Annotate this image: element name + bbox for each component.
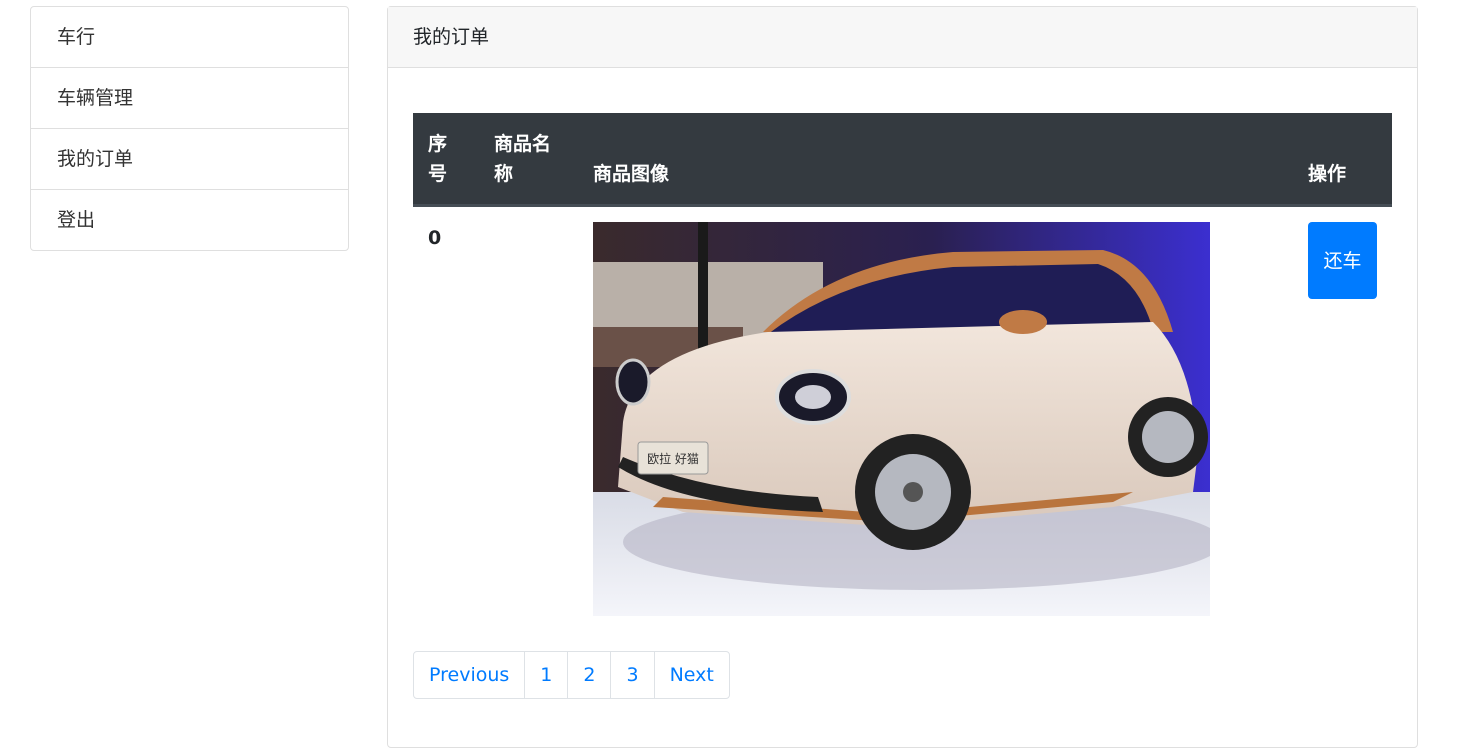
brand-plate-text: 欧拉 好猫 bbox=[647, 451, 699, 466]
column-header-product-name: 商品名称 bbox=[494, 133, 552, 185]
pagination-page-3[interactable]: 3 bbox=[610, 652, 653, 698]
return-car-button[interactable]: 还车 bbox=[1308, 222, 1377, 299]
column-header-action: 操作 bbox=[1308, 163, 1347, 185]
pagination: Previous 1 2 3 Next bbox=[413, 651, 730, 699]
pagination-previous[interactable]: Previous bbox=[414, 652, 524, 698]
pagination-page-2[interactable]: 2 bbox=[567, 652, 610, 698]
sidebar-item-car-dealer[interactable]: 车行 bbox=[31, 7, 348, 67]
pagination-next[interactable]: Next bbox=[653, 652, 729, 698]
column-header-index: 序号 bbox=[428, 133, 448, 185]
sidebar-item-vehicle-management[interactable]: 车辆管理 bbox=[31, 67, 348, 128]
table-header: 序号 商品名称 商品图像 操作 bbox=[413, 113, 1392, 207]
column-header-product-image: 商品图像 bbox=[593, 163, 670, 185]
sidebar-item-my-orders[interactable]: 我的订单 bbox=[31, 128, 348, 189]
sidebar-item-logout[interactable]: 登出 bbox=[31, 189, 348, 250]
sidebar-nav: 车行 车辆管理 我的订单 登出 bbox=[30, 6, 349, 251]
pagination-page-1[interactable]: 1 bbox=[524, 652, 567, 698]
product-image: 欧拉 好猫 bbox=[593, 222, 1210, 616]
row-index: 0 bbox=[428, 227, 442, 249]
car-photo: 欧拉 好猫 bbox=[593, 222, 1210, 616]
orders-card: 我的订单 序号 商品名称 商品图像 操作 0 欧拉 好猫 还车 Previous… bbox=[387, 6, 1418, 748]
card-title: 我的订单 bbox=[388, 7, 1417, 68]
